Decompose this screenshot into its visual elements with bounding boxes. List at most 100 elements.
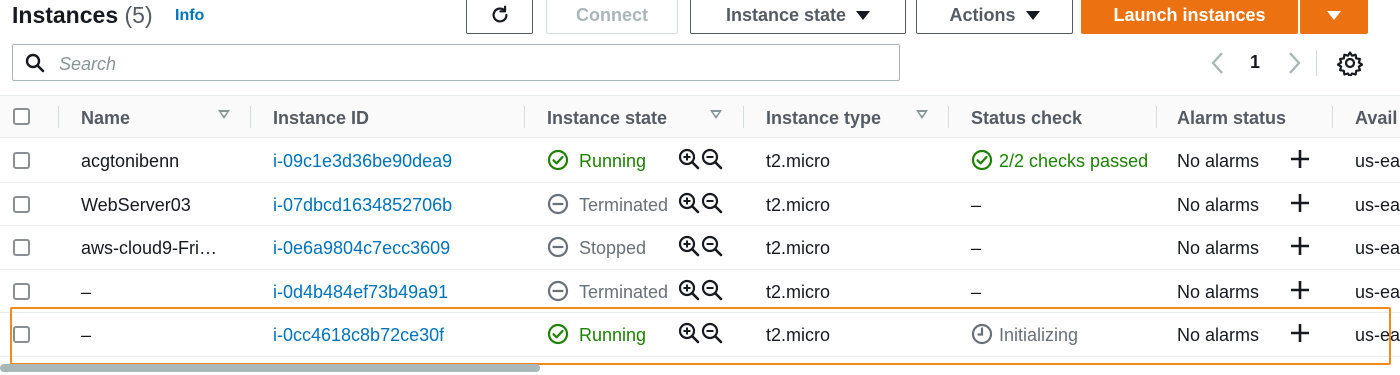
instance-state-value: Stopped	[579, 238, 647, 258]
status-check-value: –	[971, 281, 982, 302]
info-link[interactable]: Info	[175, 7, 204, 25]
status-check-value: –	[971, 194, 982, 215]
table-row[interactable]: – i-0cc4618c8b72ce30f Running t2.micro Initi…	[0, 313, 1400, 357]
instance-name: –	[81, 325, 92, 345]
caret-down-icon	[856, 10, 871, 20]
launch-instances-button[interactable]: Launch instances	[1081, 0, 1298, 34]
instance-state-value: Terminated	[579, 281, 669, 302]
add-alarm-icon[interactable]	[1288, 234, 1312, 263]
check-circle-icon	[971, 149, 993, 176]
refresh-icon	[492, 5, 508, 23]
alarm-status-value: No alarms	[1177, 281, 1260, 302]
select-all-checkbox[interactable]	[13, 108, 30, 125]
row-checkbox[interactable]	[13, 282, 30, 300]
availability-zone-value: us-ea	[1355, 281, 1400, 302]
instance-state-button[interactable]: Instance state	[690, 0, 906, 34]
page-title: Instances (5)	[12, 2, 153, 29]
zoom-out-icon[interactable]	[701, 322, 723, 349]
add-alarm-icon[interactable]	[1288, 191, 1312, 220]
zoom-in-icon[interactable]	[678, 148, 700, 175]
column-divider	[948, 106, 949, 128]
status-check-value: 2/2 checks passed	[999, 151, 1149, 171]
instance-id-link[interactable]: i-0cc4618c8b72ce30f	[273, 325, 444, 346]
instance-id-link[interactable]: i-0d4b484ef73b49a91	[273, 282, 448, 303]
column-header-name[interactable]: Name	[81, 108, 130, 129]
zoom-out-icon[interactable]	[701, 192, 723, 219]
sort-icon[interactable]	[218, 110, 230, 119]
zoom-out-icon[interactable]	[701, 279, 723, 306]
instance-count: (5)	[124, 2, 153, 28]
table-row[interactable]: – i-0d4b484ef73b49a91 Terminated t2.micro – N…	[0, 269, 1400, 313]
zoom-in-icon[interactable]	[678, 192, 700, 219]
chevron-left-icon[interactable]	[1208, 50, 1228, 76]
availability-zone-value: us-ea	[1355, 151, 1400, 171]
availability-zone-value: us-ea	[1355, 238, 1400, 258]
zoom-in-icon[interactable]	[678, 279, 700, 306]
status-check-value: –	[971, 238, 982, 258]
instance-name: acgtonibenn	[81, 151, 180, 171]
launch-options-button[interactable]	[1300, 0, 1368, 34]
zoom-in-icon[interactable]	[678, 235, 700, 262]
instance-id-link[interactable]: i-07dbcd1634852706b	[273, 195, 452, 216]
clock-icon	[971, 323, 993, 350]
availability-zone-value: us-ea	[1355, 325, 1400, 345]
sort-icon[interactable]	[710, 110, 722, 119]
zoom-in-icon[interactable]	[678, 322, 700, 349]
availability-zone-value: us-ea	[1355, 194, 1400, 215]
page-number[interactable]: 1	[1250, 52, 1260, 73]
column-header-availability-zone[interactable]: Avail	[1355, 108, 1397, 129]
horizontal-scrollbar[interactable]	[0, 364, 540, 372]
column-header-instance-type[interactable]: Instance type	[766, 108, 881, 129]
caret-down-icon	[1327, 10, 1341, 20]
launch-instances-label: Launch instances	[1113, 4, 1266, 25]
instance-name: –	[81, 281, 92, 302]
table-row[interactable]: WebServer03 i-07dbcd1634852706b Terminated…	[0, 182, 1400, 226]
column-divider	[524, 106, 525, 128]
instance-state-value: Running	[579, 151, 647, 171]
add-alarm-icon[interactable]	[1288, 278, 1312, 307]
caret-down-icon	[1025, 10, 1040, 20]
instance-type-value: t2.micro	[766, 281, 831, 302]
column-divider	[743, 106, 744, 128]
minus-circle-icon	[547, 236, 569, 263]
zoom-out-icon[interactable]	[701, 235, 723, 262]
sort-icon[interactable]	[916, 110, 928, 119]
column-divider	[1156, 106, 1157, 128]
search-input[interactable]	[57, 51, 881, 77]
refresh-button[interactable]	[466, 0, 533, 34]
search-icon	[25, 53, 45, 73]
zoom-out-icon[interactable]	[701, 148, 723, 175]
minus-circle-icon	[547, 280, 569, 307]
instance-id-link[interactable]: i-09c1e3d36be90dea9	[273, 151, 452, 172]
chevron-right-icon[interactable]	[1284, 50, 1304, 76]
column-header-instance-state[interactable]: Instance state	[547, 108, 667, 129]
column-header-alarm-status[interactable]: Alarm status	[1177, 108, 1286, 129]
column-divider	[1332, 106, 1333, 128]
connect-button[interactable]: Connect	[546, 0, 678, 34]
table-row[interactable]: aws-cloud9-Fri… i-0e6a9804c7ecc3609 Stoppe…	[0, 226, 1400, 270]
check-circle-icon	[547, 149, 569, 176]
page-title-text: Instances	[12, 2, 119, 28]
row-checkbox[interactable]	[13, 152, 30, 169]
alarm-status-value: No alarms	[1177, 325, 1260, 345]
gear-icon[interactable]	[1337, 50, 1363, 76]
table-header: Name Instance ID Instance state Instance…	[0, 95, 1400, 138]
row-checkbox[interactable]	[13, 326, 30, 343]
column-header-status-check[interactable]: Status check	[971, 108, 1082, 129]
row-checkbox[interactable]	[13, 239, 30, 256]
add-alarm-icon[interactable]	[1288, 147, 1312, 176]
add-alarm-icon[interactable]	[1288, 321, 1312, 350]
alarm-status-value: No alarms	[1177, 194, 1260, 215]
instance-type-value: t2.micro	[766, 194, 831, 215]
instance-state-value: Terminated	[579, 194, 669, 215]
instance-id-link[interactable]: i-0e6a9804c7ecc3609	[273, 238, 450, 259]
instance-name: aws-cloud9-Fri…	[81, 238, 218, 258]
column-header-instance-id[interactable]: Instance ID	[273, 108, 369, 129]
table-row[interactable]: acgtonibenn i-09c1e3d36be90dea9 Running t2.…	[0, 139, 1400, 183]
check-circle-icon	[547, 323, 569, 350]
minus-circle-icon	[547, 193, 569, 220]
search-bar[interactable]	[12, 44, 900, 81]
row-checkbox[interactable]	[13, 195, 30, 213]
actions-button[interactable]: Actions	[916, 0, 1073, 34]
column-divider	[250, 106, 251, 128]
